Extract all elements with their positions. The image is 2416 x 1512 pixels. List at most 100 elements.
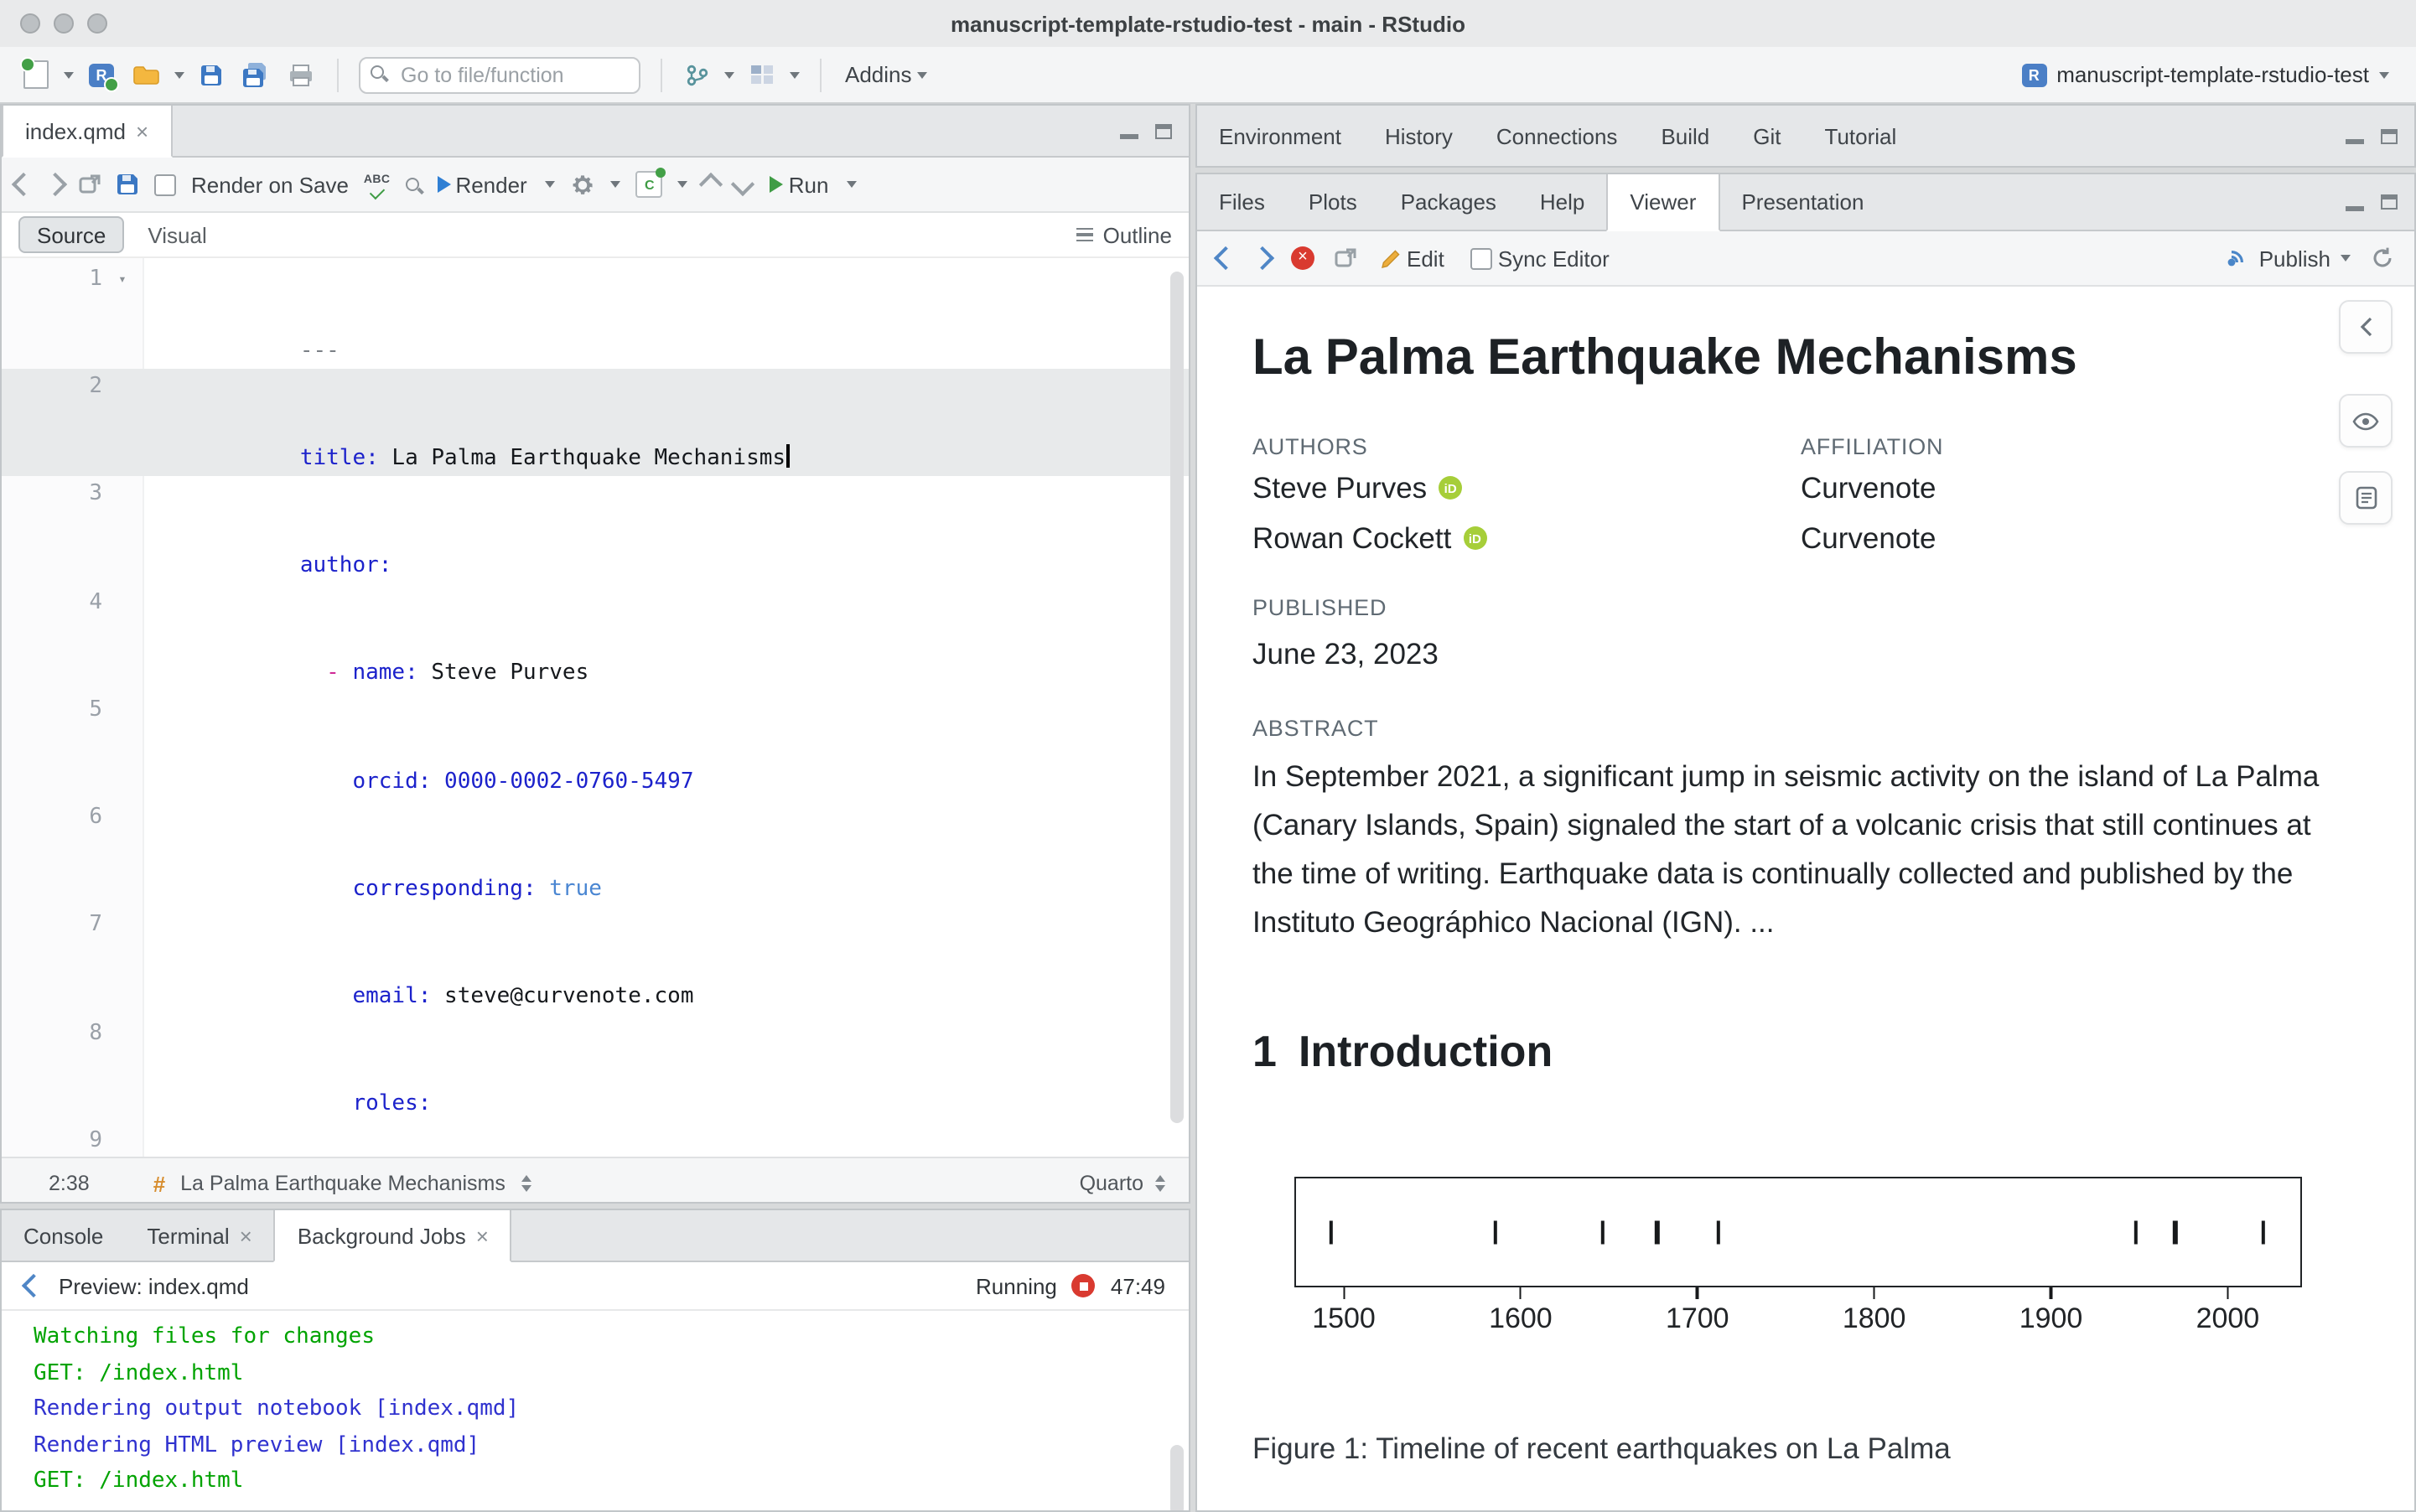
tab-index-qmd[interactable]: index.qmd × <box>2 106 172 158</box>
close-window-button[interactable] <box>20 13 40 34</box>
back-to-jobs-icon[interactable] <box>22 1274 45 1297</box>
viewer-pane-tab[interactable]: Presentation <box>1719 174 1885 230</box>
viewer-pane-tab[interactable]: Help <box>1518 174 1607 230</box>
code-line[interactable]: 1 ▾ --- <box>2 261 1189 369</box>
refresh-icon[interactable] <box>2371 246 2394 270</box>
open-file-button[interactable] <box>129 54 163 95</box>
code-line[interactable]: 4 - name: Steve Purves <box>2 584 1189 691</box>
code-line[interactable]: 7 email: steve@curvenote.com <box>2 908 1189 1015</box>
show-annotations-button[interactable] <box>2339 394 2393 448</box>
gear-dropdown-icon[interactable] <box>611 181 621 188</box>
console-tab[interactable]: Console <box>2 1210 125 1261</box>
code-line[interactable]: 3 author: <box>2 477 1189 584</box>
spellcheck-icon[interactable]: ABC <box>364 173 391 195</box>
edit-button[interactable]: Edit <box>1376 238 1448 278</box>
print-button[interactable] <box>285 54 317 95</box>
forward-icon[interactable] <box>44 173 67 196</box>
environment-tab[interactable]: Tutorial <box>1803 106 1919 166</box>
fold-toggle-icon[interactable]: ▾ <box>102 261 143 298</box>
stop-job-icon[interactable] <box>1072 1274 1096 1297</box>
code-line[interactable]: 9 - Investigation <box>2 1123 1189 1157</box>
new-note-button[interactable] <box>2339 471 2393 525</box>
new-file-dropdown-icon[interactable] <box>64 71 74 78</box>
maximize-pane-icon[interactable] <box>2381 194 2398 210</box>
run-dropdown-icon[interactable] <box>847 181 857 188</box>
environment-tab[interactable]: Connections <box>1475 106 1640 166</box>
source-mode-button[interactable]: Source <box>18 216 124 253</box>
viewer-back-icon[interactable] <box>1214 246 1237 270</box>
orcid-icon[interactable]: iD <box>1439 476 1462 500</box>
environment-tab[interactable]: Git <box>1731 106 1802 166</box>
minimize-pane-icon[interactable] <box>2346 139 2364 144</box>
viewer-pane-tab[interactable]: Plots <box>1287 174 1379 230</box>
orcid-icon[interactable]: iD <box>1463 526 1486 550</box>
visual-mode-button[interactable]: Visual <box>131 218 223 251</box>
maximize-pane-icon[interactable] <box>1155 123 1172 138</box>
publish-button[interactable]: Publish <box>2224 246 2351 271</box>
popout-icon[interactable] <box>1335 248 1356 268</box>
panes-dropdown-icon[interactable] <box>790 71 800 78</box>
code-token: orcid: <box>352 769 431 794</box>
environment-tab[interactable]: History <box>1363 106 1475 166</box>
viewer-pane-tab[interactable]: Viewer <box>1606 174 1719 231</box>
save-button[interactable] <box>196 54 226 95</box>
panes-layout-button[interactable] <box>746 54 778 95</box>
environment-tab[interactable]: Build <box>1639 106 1731 166</box>
code-line[interactable]: 5 orcid: 0000-0002-0760-5497 <box>2 692 1189 800</box>
render-button[interactable]: Render <box>433 164 530 205</box>
minimize-pane-icon[interactable] <box>2346 205 2364 210</box>
close-tab-icon[interactable]: × <box>476 1223 489 1248</box>
clear-viewer-icon[interactable]: × <box>1291 246 1314 270</box>
project-menu-button[interactable]: R manuscript-template-rstudio-test <box>2021 62 2396 87</box>
new-project-button[interactable]: R <box>86 54 117 95</box>
code-editor[interactable]: 1 ▾ --- 2 title: La Palma Earthquake Mec… <box>2 258 1189 1157</box>
viewer-pane-tab[interactable]: Files <box>1197 174 1287 230</box>
save-all-button[interactable] <box>238 54 273 95</box>
version-control-button[interactable] <box>682 54 713 95</box>
console-tab[interactable]: Terminal × <box>125 1210 273 1261</box>
viewer-content[interactable]: La Palma Earthquake Mechanisms AUTHORS S… <box>1197 287 2414 1512</box>
author-affiliation: Curvenote <box>1801 513 2339 563</box>
open-recent-dropdown-icon[interactable] <box>174 71 184 78</box>
version-control-dropdown-icon[interactable] <box>724 71 734 78</box>
code-line[interactable]: 8 roles: <box>2 1015 1189 1122</box>
save-icon[interactable] <box>116 173 139 196</box>
back-icon[interactable] <box>12 173 35 196</box>
editor-scrollbar[interactable] <box>1170 272 1184 1123</box>
next-section-icon[interactable] <box>732 173 755 196</box>
sync-editor-checkbox[interactable] <box>1471 247 1493 269</box>
collapse-sidebar-button[interactable] <box>2339 300 2393 354</box>
sync-editor-control[interactable]: Sync Editor <box>1468 238 1613 278</box>
addins-button[interactable]: Addins <box>842 54 931 95</box>
render-on-save-checkbox[interactable] <box>154 173 176 195</box>
run-button[interactable]: Run <box>767 164 832 205</box>
gear-icon[interactable] <box>571 172 596 197</box>
insert-chunk-icon[interactable]: C <box>636 171 663 198</box>
section-selector[interactable]: # La Palma Earthquake Mechanisms <box>150 1163 536 1204</box>
viewer-pane-tab[interactable]: Packages <box>1379 174 1518 230</box>
minimize-pane-icon[interactable] <box>1120 134 1138 139</box>
find-replace-icon[interactable] <box>405 178 418 191</box>
job-output[interactable]: Watching files for changesGET: /index.ht… <box>2 1311 1189 1512</box>
zoom-window-button[interactable] <box>87 13 107 34</box>
doc-type-selector[interactable]: Quarto <box>1080 1172 1165 1195</box>
minimize-window-button[interactable] <box>54 13 74 34</box>
console-tab[interactable]: Background Jobs × <box>274 1210 512 1262</box>
console-scrollbar[interactable] <box>1170 1445 1184 1512</box>
code-line[interactable]: 6 corresponding: true <box>2 800 1189 907</box>
close-tab-icon[interactable]: × <box>136 118 148 143</box>
viewer-forward-icon[interactable] <box>1251 246 1274 270</box>
new-file-button[interactable] <box>20 54 52 95</box>
outline-button[interactable]: Outline <box>1076 222 1172 247</box>
console-output-line: GET: /index.html <box>34 1355 1189 1391</box>
code-line[interactable]: 2 title: La Palma Earthquake Mechanisms <box>2 369 1189 476</box>
insert-chunk-dropdown-icon[interactable] <box>678 181 688 188</box>
rug-tick <box>1493 1221 1496 1244</box>
go-to-file-input[interactable] <box>359 56 640 93</box>
render-dropdown-icon[interactable] <box>546 181 556 188</box>
close-tab-icon[interactable]: × <box>240 1223 252 1248</box>
previous-section-icon[interactable] <box>700 173 723 196</box>
popout-icon[interactable] <box>79 174 101 194</box>
environment-tab[interactable]: Environment <box>1197 106 1363 166</box>
maximize-pane-icon[interactable] <box>2381 128 2398 143</box>
